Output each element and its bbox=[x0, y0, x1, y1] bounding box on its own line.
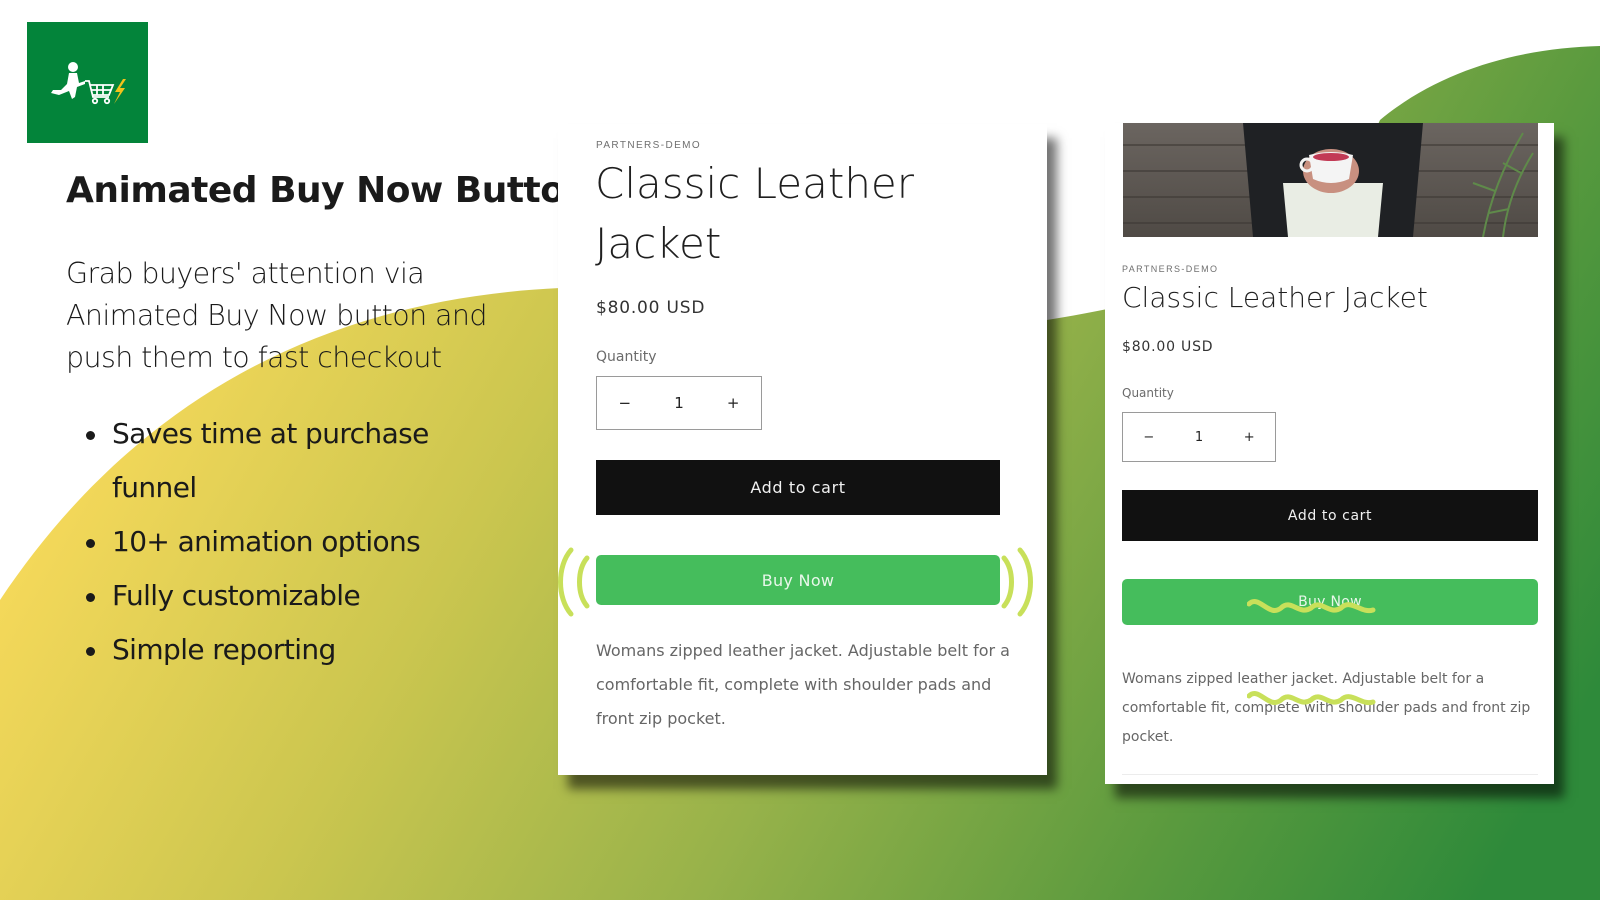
pulse-wave-left-icon bbox=[558, 547, 590, 617]
pulse-wave-right-icon bbox=[1001, 547, 1033, 617]
quantity-stepper: − 1 + bbox=[596, 376, 762, 430]
product-price: $80.00 USD bbox=[596, 298, 706, 318]
feature-list: Saves time at purchase funnel 10+ animat… bbox=[84, 407, 484, 677]
squiggle-wave-icon bbox=[1247, 691, 1376, 706]
feature-item: Saves time at purchase funnel bbox=[84, 407, 484, 515]
product-vendor: PARTNERS-DEMO bbox=[1122, 264, 1219, 274]
decrement-button[interactable]: − bbox=[619, 394, 632, 412]
quantity-input[interactable]: 1 bbox=[1195, 430, 1203, 445]
product-vendor: PARTNERS-DEMO bbox=[596, 140, 702, 151]
feature-item: Fully customizable bbox=[84, 569, 484, 623]
buy-now-button[interactable]: Buy Now bbox=[596, 555, 1000, 605]
product-description: Womans zipped leather jacket. Adjustable… bbox=[596, 641, 1010, 728]
quantity-label: Quantity bbox=[596, 349, 657, 365]
quantity-label: Quantity bbox=[1122, 386, 1174, 400]
app-logo bbox=[27, 22, 148, 143]
product-title: Classic Leather Jacket bbox=[1122, 281, 1428, 314]
feature-item: Simple reporting bbox=[84, 623, 484, 677]
add-to-cart-button[interactable]: Add to cart bbox=[596, 460, 1000, 515]
quantity-input[interactable]: 1 bbox=[674, 394, 684, 412]
quantity-stepper: − 1 + bbox=[1122, 412, 1276, 462]
page-title: Animated Buy Now Button bbox=[66, 170, 590, 211]
divider bbox=[1122, 774, 1538, 775]
product-card-pulse-demo: PARTNERS-DEMO Classic Leather Jacket $80… bbox=[558, 124, 1047, 775]
increment-button[interactable]: + bbox=[1244, 430, 1255, 445]
squiggle-wave-icon bbox=[1247, 599, 1376, 614]
product-title: Classic Leather Jacket bbox=[595, 159, 915, 268]
product-card-squiggle-demo: PARTNERS-DEMO Classic Leather Jacket $80… bbox=[1105, 123, 1554, 784]
product-image bbox=[1123, 123, 1538, 237]
product-price: $80.00 USD bbox=[1122, 339, 1214, 355]
decrement-button[interactable]: − bbox=[1143, 430, 1154, 445]
running-shopper-cart-lightning-icon bbox=[50, 61, 126, 104]
product-photo bbox=[1123, 123, 1538, 237]
feature-item: 10+ animation options bbox=[84, 515, 484, 569]
increment-button[interactable]: + bbox=[727, 394, 740, 412]
add-to-cart-button[interactable]: Add to cart bbox=[1122, 490, 1538, 541]
intro-paragraph: Grab buyers' attention via Animated Buy … bbox=[66, 257, 487, 374]
